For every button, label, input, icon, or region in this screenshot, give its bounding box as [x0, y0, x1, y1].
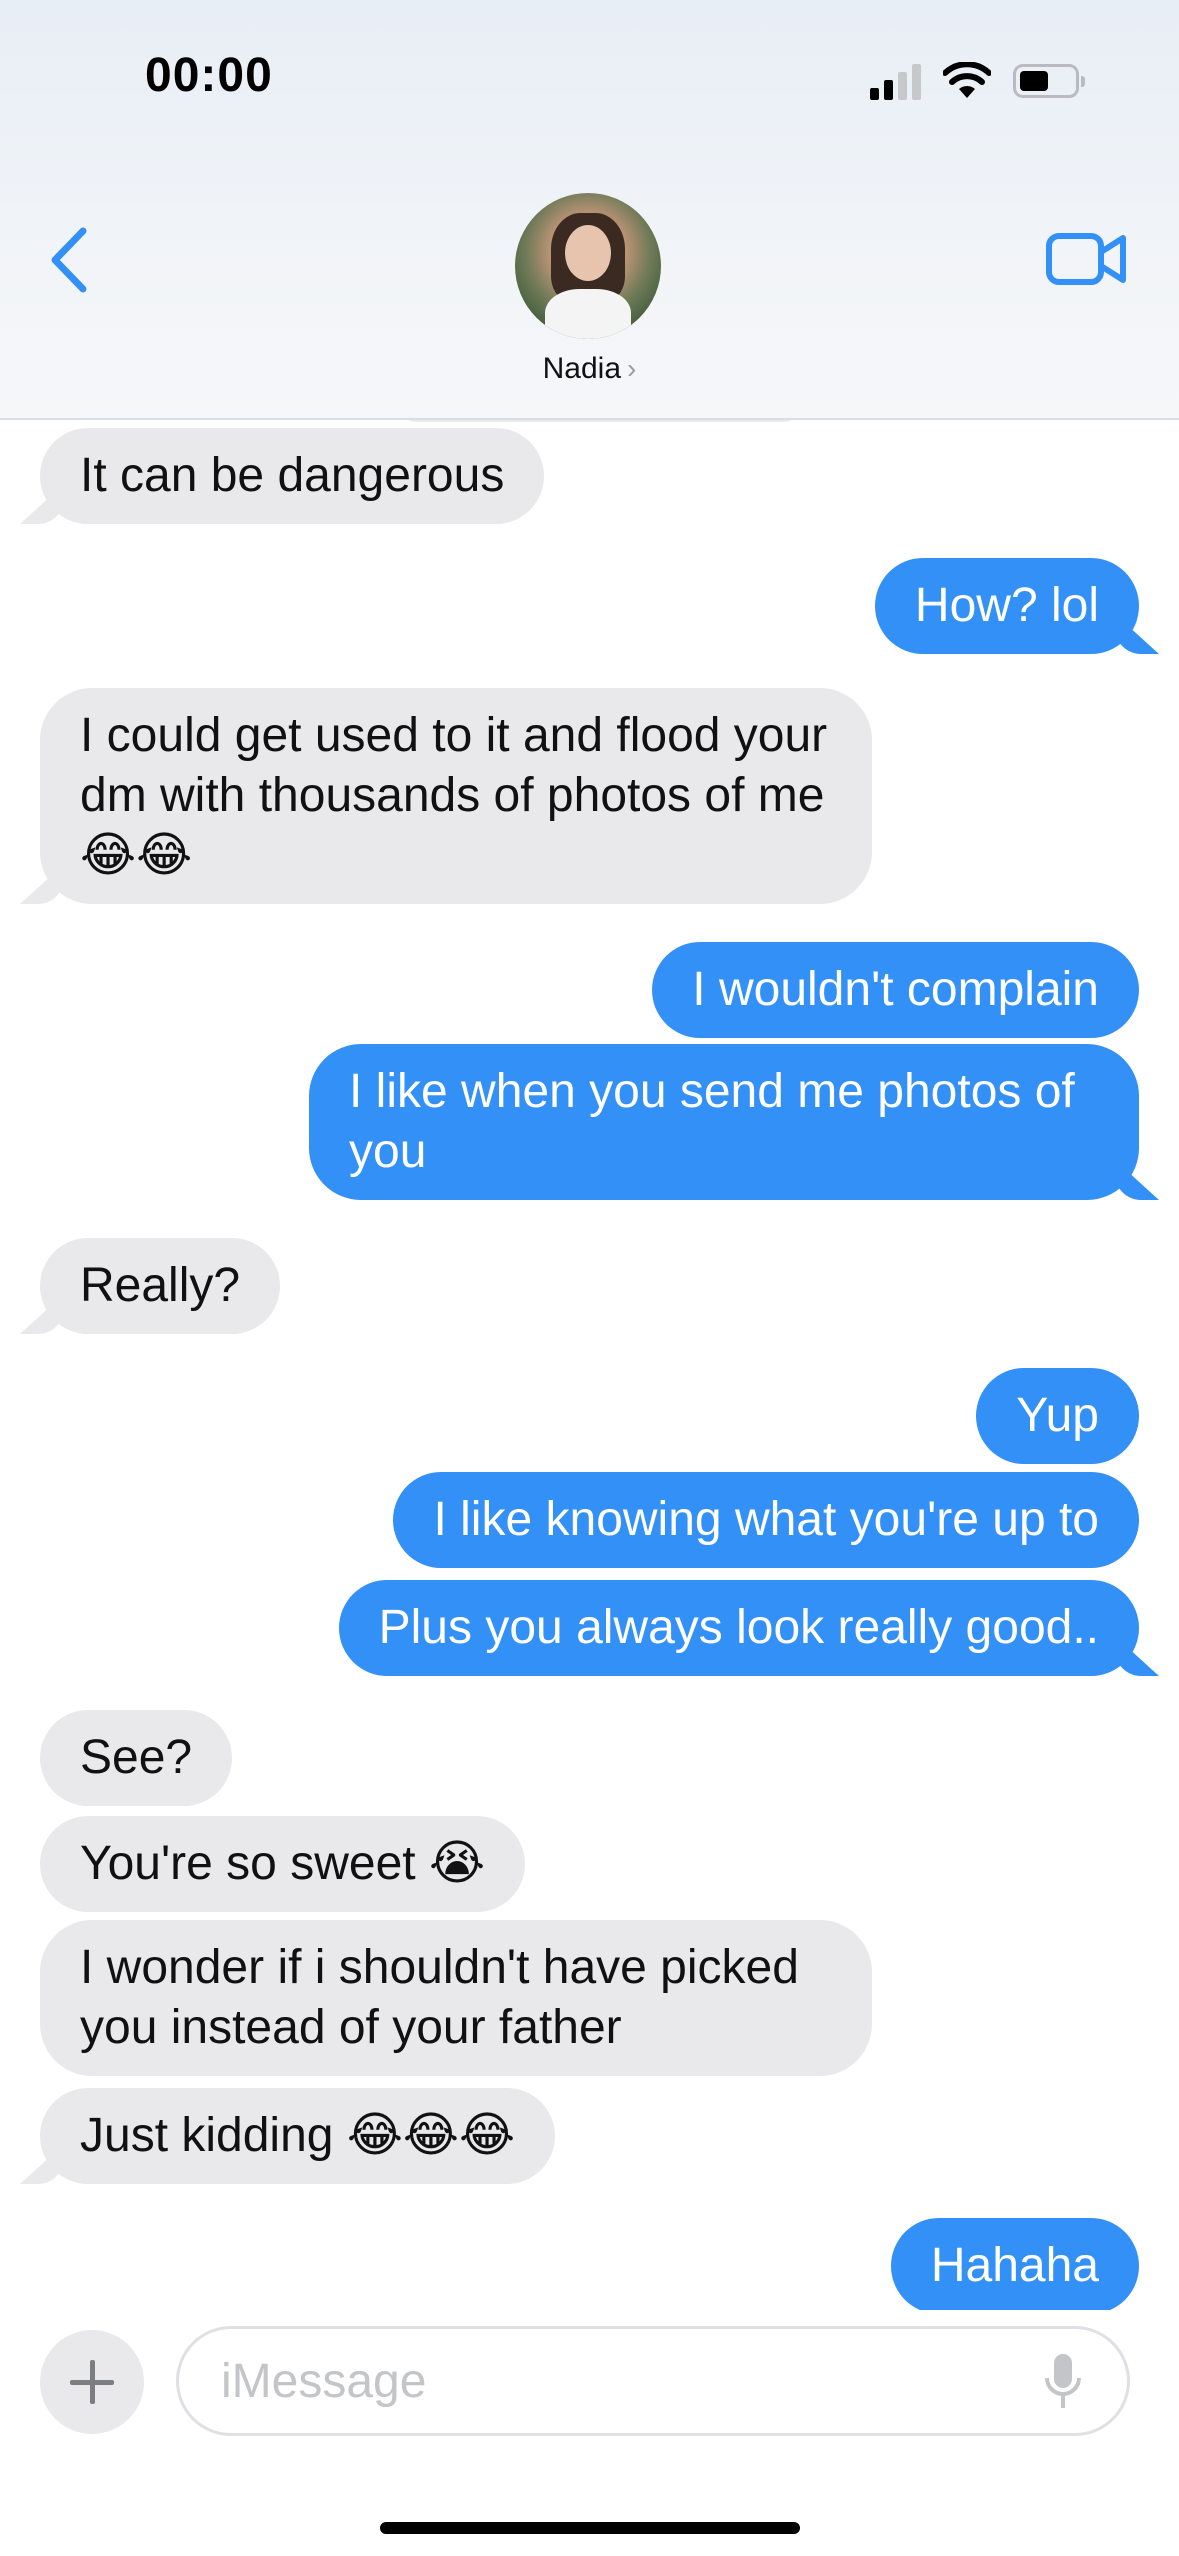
contact-name[interactable]: Nadia ›: [0, 352, 1179, 386]
wifi-icon: [943, 62, 991, 98]
outgoing-message[interactable]: I like knowing what you're up to: [393, 1472, 1139, 1568]
plus-icon[interactable]: [40, 2330, 144, 2434]
incoming-message[interactable]: It can be dangerous: [40, 428, 545, 524]
outgoing-message[interactable]: Plus you always look really good..: [338, 1580, 1139, 1676]
status-time: 00:00: [145, 49, 273, 102]
back-chevron-icon[interactable]: [45, 225, 95, 295]
contact-name-label: Nadia: [542, 352, 622, 385]
incoming-message[interactable]: Really?: [40, 1238, 281, 1334]
incoming-message[interactable]: I could get used to it and flood your dm…: [40, 688, 872, 904]
contact-avatar[interactable]: [515, 193, 661, 339]
chevron-right-icon: ›: [627, 353, 637, 384]
incoming-message[interactable]: Just kidding 😂😂😂: [40, 2088, 556, 2184]
incoming-message[interactable]: I wonder if i shouldn't have picked you …: [40, 1920, 872, 2076]
outgoing-message[interactable]: Hahaha: [890, 2218, 1139, 2310]
outgoing-message[interactable]: I like when you send me photos of you: [309, 1044, 1139, 1200]
previous-bubble-edge: [400, 420, 800, 422]
status-icons: [870, 62, 1085, 100]
battery-icon: [1013, 64, 1085, 98]
microphone-icon[interactable]: [1043, 2352, 1083, 2412]
home-indicator[interactable]: [380, 2522, 800, 2534]
incoming-message[interactable]: You're so sweet 😭: [40, 1816, 526, 1912]
imessage-input[interactable]: [176, 2326, 1130, 2436]
cellular-signal-icon: [870, 62, 921, 100]
conversation-header: 00:00 Nadia ›: [0, 0, 1179, 420]
incoming-message[interactable]: See?: [40, 1710, 233, 1806]
outgoing-message[interactable]: How? lol: [874, 558, 1139, 654]
video-camera-icon[interactable]: [1045, 230, 1127, 288]
outgoing-message[interactable]: Yup: [976, 1368, 1139, 1464]
outgoing-message[interactable]: I wouldn't complain: [652, 942, 1139, 1038]
message-thread[interactable]: It can be dangerous How? lol I could get…: [0, 420, 1179, 2310]
